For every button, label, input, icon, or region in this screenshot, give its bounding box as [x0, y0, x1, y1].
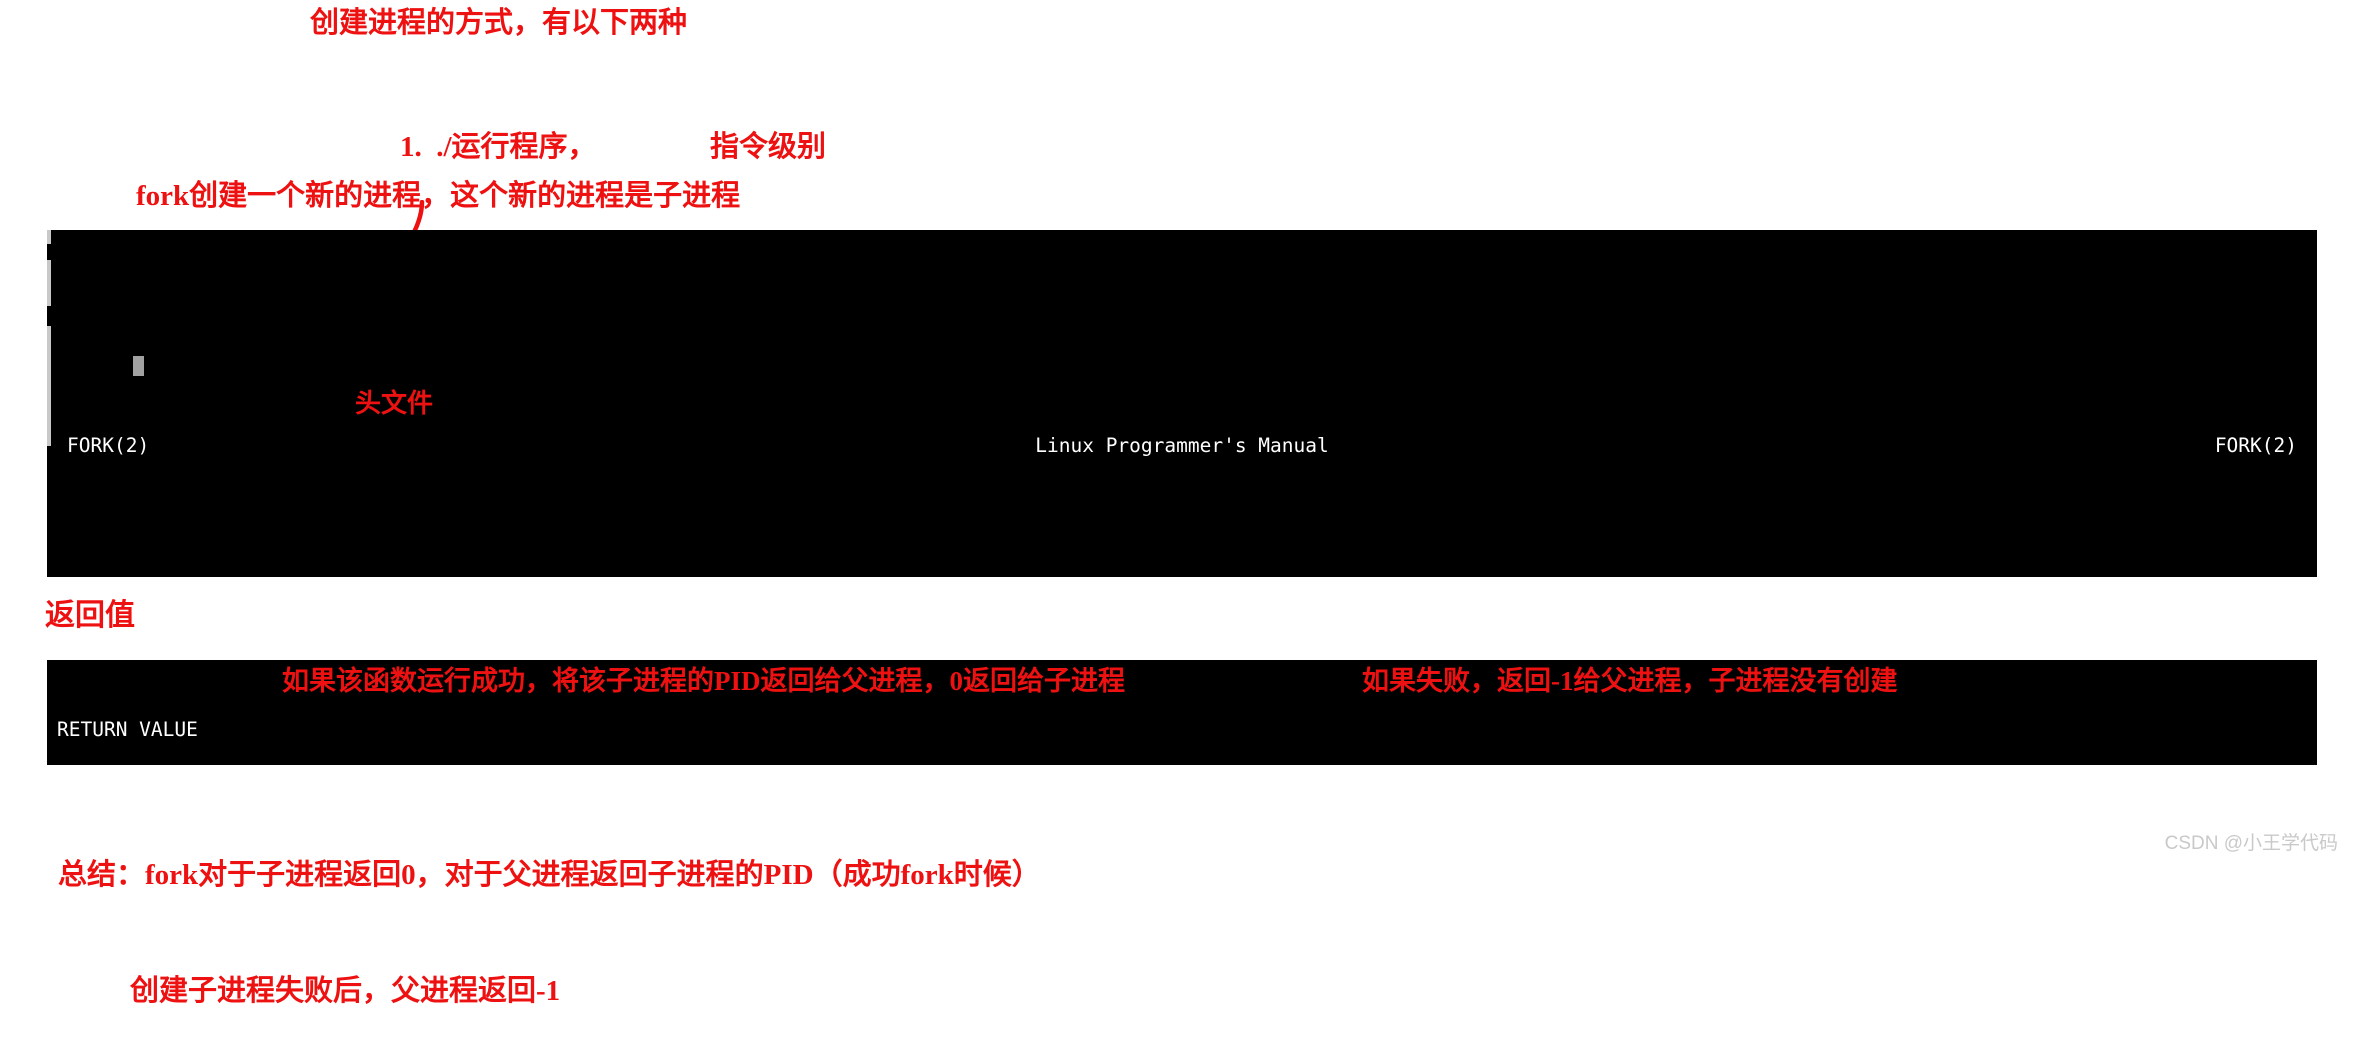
annotation-header-file: 头文件 [355, 389, 434, 418]
method-1-name: ./运行程序， [436, 130, 597, 163]
annotation-create-process-title: 创建进程的方式，有以下两种 [310, 7, 688, 39]
annotation-fork-creates-child: fork创建一个新的进程，这个新的进程是子进程 [136, 180, 741, 212]
man-header-center: Linux Programmer's Manual [1035, 434, 1329, 457]
summary-line-1: 总结：fork对于子进程返回0，对于父进程返回子进程的PID（成功fork时候） [58, 858, 1041, 891]
annotation-return-failure: 如果失败，返回-1给父进程，子进程没有创建 [1362, 666, 1898, 696]
man-header-right: FORK(2) [2214, 434, 2297, 457]
method-1-number: 1. [400, 130, 422, 163]
list-item: 1. ./运行程序， 指令级别 [400, 129, 910, 165]
man-header-left: FORK(2) [67, 434, 150, 457]
csdn-watermark: CSDN @小王学代码 [2164, 833, 2338, 854]
terminal-edge-sliver [47, 260, 51, 306]
terminal-edge-sliver [47, 230, 51, 244]
annotation-summary: 总结：fork对于子进程返回0，对于父进程返回子进程的PID（成功fork时候）… [58, 784, 1041, 1046]
return-value-title: RETURN VALUE [57, 718, 198, 741]
annotation-return-success: 如果该函数运行成功，将该子进程的PID返回给父进程，0返回给子进程 [282, 666, 1125, 696]
annotation-return-value-label: 返回值 [45, 599, 135, 632]
method-1-label: 1. ./运行程序， [400, 129, 710, 165]
terminal-cursor [133, 356, 144, 376]
method-1-level: 指令级别 [710, 130, 827, 163]
summary-line-2: 创建子进程失败后，父进程返回-1 [130, 975, 561, 1008]
